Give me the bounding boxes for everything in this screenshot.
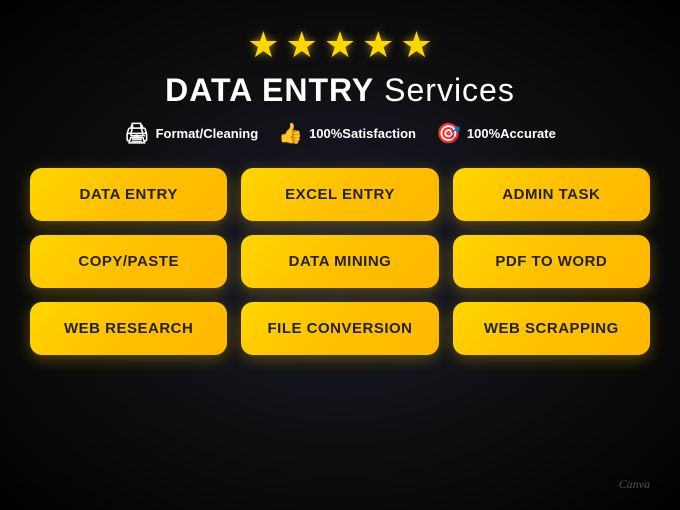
star-4: ★ (362, 24, 394, 66)
subtitle-satisfaction: 👍 100%Satisfaction (278, 121, 416, 146)
format-icon: 🖨 (124, 121, 149, 146)
subtitle-accurate-label: 100%Accurate (467, 126, 556, 141)
title-bold: DATA ENTRY (165, 72, 374, 108)
title-normal: Services (374, 72, 515, 108)
star-3: ★ (324, 24, 356, 66)
thumbs-up-icon: 👍 (278, 121, 303, 146)
excel-entry-button[interactable]: EXCEL ENTRY (241, 168, 438, 221)
target-icon: 🎯 (436, 121, 461, 146)
canva-watermark: Canva (619, 477, 650, 492)
stars-row: ★ ★ ★ ★ ★ (247, 24, 432, 66)
subtitle-satisfaction-label: 100%Satisfaction (309, 126, 416, 141)
data-entry-button[interactable]: DATA ENTRY (30, 168, 227, 221)
star-5: ★ (400, 24, 432, 66)
star-1: ★ (247, 24, 279, 66)
admin-task-button[interactable]: ADMIN TASK (453, 168, 650, 221)
page-title: DATA ENTRY Services (165, 72, 515, 109)
subtitle-format: 🖨 Format/Cleaning (124, 121, 258, 146)
copy-paste-button[interactable]: COPY/PASTE (30, 235, 227, 288)
subtitle-format-label: Format/Cleaning (156, 126, 259, 141)
file-conversion-button[interactable]: FILE CONVERSION (241, 302, 438, 355)
data-mining-button[interactable]: DATA MINING (241, 235, 438, 288)
subtitle-row: 🖨 Format/Cleaning 👍 100%Satisfaction 🎯 1… (124, 121, 556, 146)
subtitle-accurate: 🎯 100%Accurate (436, 121, 556, 146)
services-grid: DATA ENTRY EXCEL ENTRY ADMIN TASK COPY/P… (30, 168, 650, 355)
star-2: ★ (286, 24, 318, 66)
pdf-to-word-button[interactable]: PDF to WORD (453, 235, 650, 288)
web-scrapping-button[interactable]: WEB SCRAPPING (453, 302, 650, 355)
web-research-button[interactable]: WEB RESEARCH (30, 302, 227, 355)
